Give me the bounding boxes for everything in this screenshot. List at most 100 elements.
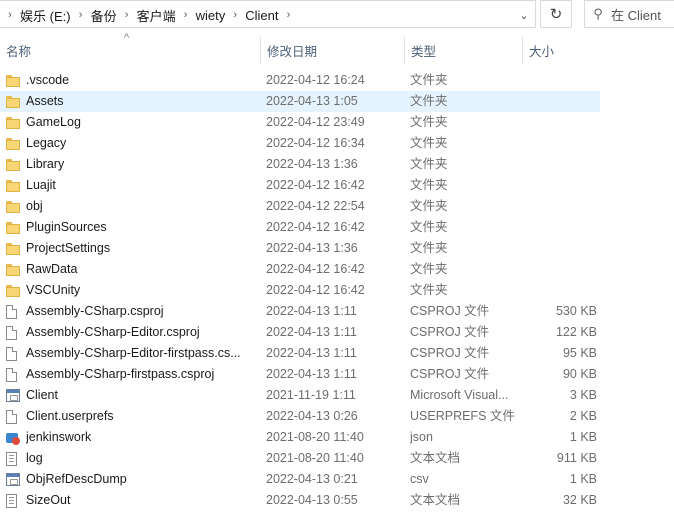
file-row[interactable]: SizeOut 2022-04-13 0:55 文本文档 32 KB	[0, 490, 600, 511]
folder-icon	[6, 284, 20, 297]
file-icon-cell	[6, 238, 22, 259]
address-history-dropdown[interactable]: ⌄	[512, 1, 536, 29]
file-row[interactable]: Assembly-CSharp.csproj 2022-04-13 1:11 CSP…	[0, 301, 600, 322]
file-size: 90 KB	[562, 367, 597, 381]
breadcrumb-client[interactable]: Client	[245, 8, 278, 23]
file-name: PluginSources	[26, 220, 107, 234]
file-type: 文件夹	[410, 199, 448, 213]
file-type: 文件夹	[410, 94, 448, 108]
file-name: RawData	[26, 262, 78, 276]
file-row[interactable]: log 2021-08-20 11:40 文本文档 911 KB	[0, 448, 600, 469]
file-size	[524, 175, 597, 196]
document-icon	[6, 304, 17, 319]
file-date: 2022-04-13 1:11	[266, 367, 357, 381]
search-icon: ⚲	[593, 6, 603, 21]
file-row[interactable]: Library 2022-04-13 1:36 文件夹	[0, 154, 600, 175]
breadcrumb-client-cn[interactable]: 客户端	[137, 6, 176, 25]
search-placeholder: 在 Client	[611, 7, 661, 23]
file-date: 2022-04-13 0:55	[266, 493, 358, 507]
file-name: GameLog	[26, 115, 81, 129]
column-size-label: 大小	[529, 44, 555, 59]
file-row[interactable]: ObjRefDescDump 2022-04-13 0:21 csv 1 KB	[0, 469, 600, 490]
sort-ascending-icon: ^	[124, 32, 130, 44]
file-icon-cell	[6, 196, 22, 217]
file-name: Assembly-CSharp-Editor.csproj	[26, 325, 200, 339]
chevron-right-icon[interactable]: ›	[176, 9, 196, 21]
column-name[interactable]: ^ 名称	[0, 32, 260, 64]
file-icon-cell	[6, 280, 22, 301]
file-row[interactable]: VSCUnity 2022-04-12 16:42 文件夹	[0, 280, 600, 301]
file-icon-cell	[6, 154, 22, 175]
file-date: 2022-04-13 1:36	[266, 241, 358, 255]
file-icon-cell	[6, 364, 22, 385]
file-row[interactable]: Client.userprefs 2022-04-13 0:26 USERPREFS…	[0, 406, 600, 427]
breadcrumb: › 娱乐 (E:) › 备份 › 客户端 › wiety › Client ›	[0, 1, 298, 29]
chevron-right-icon[interactable]: ›	[117, 9, 137, 21]
file-row[interactable]: Assembly-CSharp-firstpass.csproj 2022-04-…	[0, 364, 600, 385]
search-input[interactable]: ⚲ 在 Client	[584, 0, 674, 28]
breadcrumb-drive[interactable]: 娱乐 (E:)	[20, 6, 71, 25]
file-icon-cell	[6, 406, 22, 427]
folder-icon	[6, 116, 20, 129]
folder-icon	[6, 95, 20, 108]
file-type: 文件夹	[410, 115, 448, 129]
file-size	[524, 238, 597, 259]
file-size: 1 KB	[569, 472, 597, 486]
column-type[interactable]: 类型	[404, 36, 522, 64]
address-bar[interactable]: › 娱乐 (E:) › 备份 › 客户端 › wiety › Client › …	[0, 0, 536, 28]
file-row[interactable]: Assembly-CSharp-Editor-firstpass.cs... 20…	[0, 343, 600, 364]
file-icon-cell	[6, 385, 22, 406]
file-row[interactable]: Luajit 2022-04-12 16:42 文件夹	[0, 175, 600, 196]
document-icon	[6, 325, 17, 340]
chevron-right-icon[interactable]: ›	[0, 9, 20, 21]
breadcrumb-backup[interactable]: 备份	[91, 6, 117, 25]
file-type: CSPROJ 文件	[410, 304, 490, 318]
folder-icon	[6, 137, 20, 150]
column-name-label: 名称	[6, 44, 32, 59]
file-row[interactable]: Assets 2022-04-13 1:05 文件夹	[0, 91, 600, 112]
text-file-icon	[6, 451, 17, 466]
file-type: 文本文档	[410, 451, 461, 465]
document-icon	[6, 367, 17, 382]
file-row[interactable]: RawData 2022-04-12 16:42 文件夹	[0, 259, 600, 280]
file-size: 530 KB	[555, 304, 597, 318]
file-icon-cell	[6, 70, 22, 91]
breadcrumb-wiety[interactable]: wiety	[196, 8, 226, 23]
refresh-icon: ↻	[549, 6, 563, 23]
file-name: Client.userprefs	[26, 409, 114, 423]
file-date: 2022-04-13 0:26	[266, 409, 358, 423]
file-row[interactable]: .vscode 2022-04-12 16:24 文件夹	[0, 70, 600, 91]
file-row[interactable]: Assembly-CSharp-Editor.csproj 2022-04-13 …	[0, 322, 600, 343]
file-row[interactable]: GameLog 2022-04-12 23:49 文件夹	[0, 112, 600, 133]
file-size	[524, 112, 597, 133]
file-date: 2021-11-19 1:11	[266, 388, 356, 402]
solution-icon	[6, 389, 20, 402]
file-size: 2 KB	[569, 409, 597, 423]
chevron-right-icon[interactable]: ›	[278, 9, 298, 21]
file-row[interactable]: Legacy 2022-04-12 16:34 文件夹	[0, 133, 600, 154]
chevron-right-icon[interactable]: ›	[225, 9, 245, 21]
file-name: obj	[26, 199, 43, 213]
file-row[interactable]: ProjectSettings 2022-04-13 1:36 文件夹	[0, 238, 600, 259]
file-row[interactable]: obj 2022-04-12 22:54 文件夹	[0, 196, 600, 217]
file-name: ObjRefDescDump	[26, 472, 127, 486]
refresh-button[interactable]: ↻	[540, 0, 572, 28]
file-name: Legacy	[26, 136, 67, 150]
file-type: 文件夹	[410, 241, 448, 255]
column-size[interactable]: 大小	[522, 36, 602, 64]
column-date[interactable]: 修改日期	[260, 36, 404, 64]
file-type: USERPREFS 文件	[410, 409, 515, 423]
file-size	[524, 259, 597, 280]
file-row[interactable]: jenkinswork 2021-08-20 11:40 json 1 KB	[0, 427, 600, 448]
file-size	[524, 154, 597, 175]
file-type: CSPROJ 文件	[410, 367, 490, 381]
file-row[interactable]: PluginSources 2022-04-12 16:42 文件夹	[0, 217, 600, 238]
file-type: 文件夹	[410, 73, 448, 87]
column-type-label: 类型	[411, 44, 437, 59]
file-size: 122 KB	[555, 325, 597, 339]
file-type: csv	[410, 472, 429, 486]
file-date: 2021-08-20 11:40	[266, 430, 364, 444]
file-icon-cell	[6, 217, 22, 238]
file-row[interactable]: Client 2021-11-19 1:11 Microsoft Visual...…	[0, 385, 600, 406]
chevron-right-icon[interactable]: ›	[71, 9, 91, 21]
